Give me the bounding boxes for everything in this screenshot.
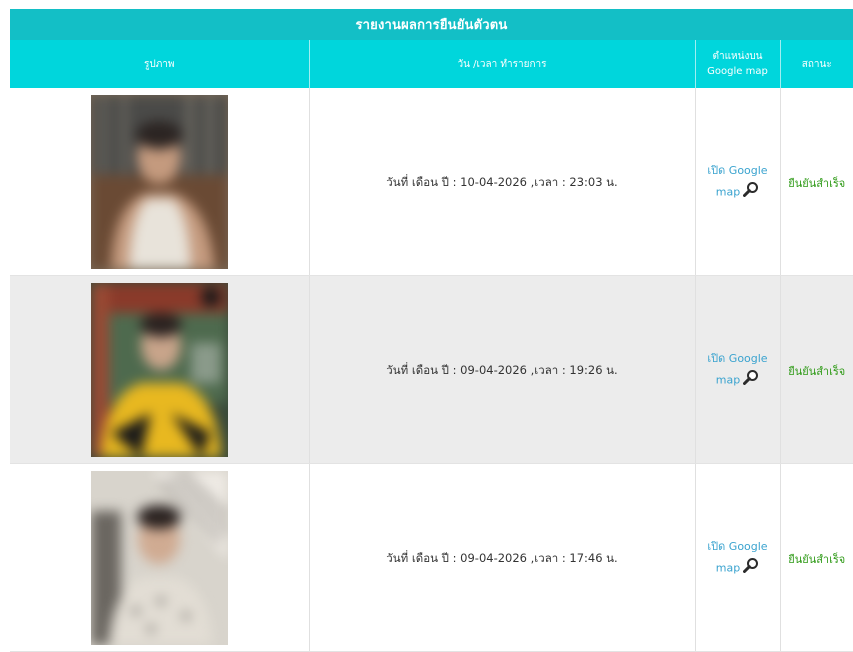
map-cell: เปิด Google map [695, 463, 781, 652]
status-text: ยืนยันสำเร็จ [788, 176, 846, 190]
verification-report: รายงานผลการยืนยันตัวตน รูปภาพ วัน /เวลา … [10, 9, 853, 652]
verification-photo [90, 282, 228, 457]
table-row: วันที่ เดือน ปี : 09-04-2026 ,เวลา : 17:… [10, 463, 853, 652]
column-header-photo: รูปภาพ [10, 40, 310, 88]
status-cell: ยืนยันสำเร็จ [780, 88, 853, 276]
transaction-datetime: วันที่ เดือน ปี : 09-04-2026 ,เวลา : 19:… [386, 363, 618, 377]
verification-photo [90, 470, 228, 645]
magnifier-icon [743, 181, 759, 204]
column-header-map-location: ตำแหน่งบน Google map [695, 40, 781, 88]
table-row: วันที่ เดือน ปี : 09-04-2026 ,เวลา : 19:… [10, 275, 853, 464]
status-text: ยืนยันสำเร็จ [788, 552, 846, 566]
open-google-map-link[interactable]: เปิด Google map [696, 536, 780, 580]
photo-cell [10, 275, 310, 464]
status-cell: ยืนยันสำเร็จ [780, 463, 853, 652]
report-title: รายงานผลการยืนยันตัวตน [10, 9, 853, 40]
column-header-datetime: วัน /เวลา ทำรายการ [309, 40, 696, 88]
status-cell: ยืนยันสำเร็จ [780, 275, 853, 464]
magnifier-icon [743, 557, 759, 580]
open-google-map-link[interactable]: เปิด Google map [696, 348, 780, 392]
column-header-status: สถานะ [780, 40, 853, 88]
map-cell: เปิด Google map [695, 275, 781, 464]
photo-cell [10, 463, 310, 652]
transaction-datetime: วันที่ เดือน ปี : 09-04-2026 ,เวลา : 17:… [386, 551, 618, 565]
open-google-map-link[interactable]: เปิด Google map [696, 160, 780, 204]
datetime-cell: วันที่ เดือน ปี : 10-04-2026 ,เวลา : 23:… [309, 88, 696, 276]
transaction-datetime: วันที่ เดือน ปี : 10-04-2026 ,เวลา : 23:… [386, 175, 618, 189]
verification-photo [90, 94, 228, 269]
table-row: วันที่ เดือน ปี : 10-04-2026 ,เวลา : 23:… [10, 88, 853, 276]
datetime-cell: วันที่ เดือน ปี : 09-04-2026 ,เวลา : 17:… [309, 463, 696, 652]
datetime-cell: วันที่ เดือน ปี : 09-04-2026 ,เวลา : 19:… [309, 275, 696, 464]
photo-cell [10, 88, 310, 276]
report-table: รายงานผลการยืนยันตัวตน รูปภาพ วัน /เวลา … [10, 9, 853, 652]
magnifier-icon [743, 369, 759, 392]
map-cell: เปิด Google map [695, 88, 781, 276]
status-text: ยืนยันสำเร็จ [788, 364, 846, 378]
